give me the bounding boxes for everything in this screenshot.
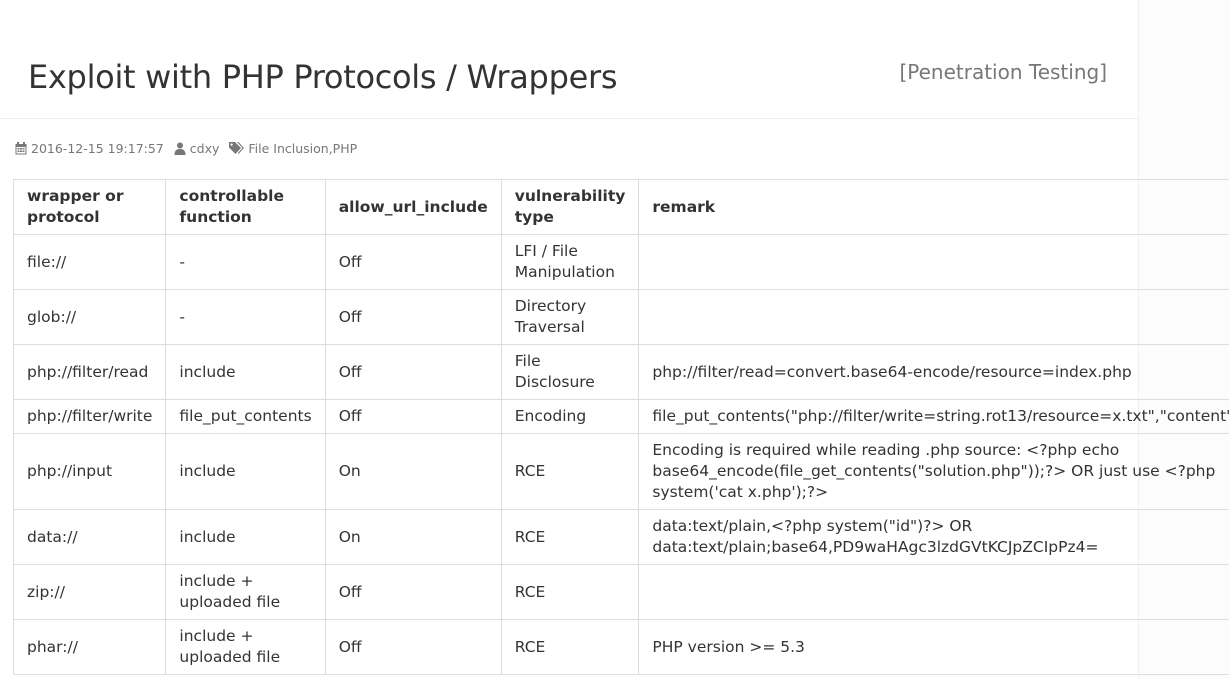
cell-remark xyxy=(638,234,1229,290)
table-row: glob:// - Off Directory Traversal xyxy=(12,289,1229,345)
calendar-icon xyxy=(15,142,31,155)
column-header-remark: remark xyxy=(638,179,1229,235)
table-row: php://filter/write file_put_contents Off… xyxy=(12,399,1229,434)
column-header-allow-url-include: allow_url_include xyxy=(324,179,502,235)
cell-vulnerability: LFI / File Manipulation xyxy=(500,234,640,290)
cell-allow-url-include: Off xyxy=(324,234,502,290)
post-category-link[interactable]: [Penetration Testing] xyxy=(899,60,1107,84)
cell-allow-url-include: Off xyxy=(324,399,502,434)
cell-remark: Encoding is required while reading .php … xyxy=(638,433,1229,510)
table-row: phar:// include + uploaded file Off RCE … xyxy=(12,619,1229,675)
cell-wrapper: file:// xyxy=(12,234,167,290)
post-date-text: 2016-12-15 19:17:57 xyxy=(31,141,164,156)
cell-remark: PHP version >= 5.3 xyxy=(638,619,1229,675)
tags-icon xyxy=(229,142,248,155)
column-header-wrapper: wrapper or protocol xyxy=(12,179,167,235)
cell-remark xyxy=(638,564,1229,620)
cell-remark: data:text/plain,<?php system("id")?> OR … xyxy=(638,509,1229,565)
table-row: zip:// include + uploaded file Off RCE xyxy=(12,564,1229,620)
cell-wrapper: php://input xyxy=(12,433,167,510)
cell-allow-url-include: Off xyxy=(324,619,502,675)
table-header-row: wrapper or protocol controllable functio… xyxy=(12,179,1229,235)
user-icon xyxy=(174,142,190,155)
cell-wrapper: php://filter/write xyxy=(12,399,167,434)
cell-wrapper: glob:// xyxy=(12,289,167,345)
cell-vulnerability: RCE xyxy=(500,433,640,510)
cell-function: include + uploaded file xyxy=(165,619,326,675)
post-tags-links[interactable]: File Inclusion,PHP xyxy=(248,141,357,156)
cell-allow-url-include: On xyxy=(324,433,502,510)
cell-vulnerability: RCE xyxy=(500,619,640,675)
table-row: data:// include On RCE data:text/plain,<… xyxy=(12,509,1229,565)
cell-wrapper: zip:// xyxy=(12,564,167,620)
post-header: Exploit with PHP Protocols / Wrappers [P… xyxy=(0,0,1138,119)
cell-allow-url-include: On xyxy=(324,509,502,565)
cell-function: include xyxy=(165,509,326,565)
column-header-function: controllable function xyxy=(165,179,326,235)
wrappers-table: wrapper or protocol controllable functio… xyxy=(12,179,1229,675)
table-row: php://filter/read include Off File Discl… xyxy=(12,344,1229,400)
cell-wrapper: phar:// xyxy=(12,619,167,675)
post-page: Exploit with PHP Protocols / Wrappers [P… xyxy=(0,0,1229,679)
cell-remark xyxy=(638,289,1229,345)
cell-function: - xyxy=(165,289,326,345)
post-date: 2016-12-15 19:17:57 xyxy=(15,141,164,156)
cell-allow-url-include: Off xyxy=(324,344,502,400)
post-meta: 2016-12-15 19:17:57 cdxy File Inclusion,… xyxy=(15,141,367,156)
cell-remark: php://filter/read=convert.base64-encode/… xyxy=(638,344,1229,400)
cell-allow-url-include: Off xyxy=(324,289,502,345)
cell-vulnerability: Encoding xyxy=(500,399,640,434)
cell-remark: file_put_contents("php://filter/write=st… xyxy=(638,399,1229,434)
post-author-link[interactable]: cdxy xyxy=(190,141,220,156)
cell-wrapper: php://filter/read xyxy=(12,344,167,400)
table-row: php://input include On RCE Encoding is r… xyxy=(12,433,1229,510)
post-tags: File Inclusion,PHP xyxy=(229,141,357,156)
cell-vulnerability: File Disclosure xyxy=(500,344,640,400)
post-author: cdxy xyxy=(174,141,220,156)
cell-allow-url-include: Off xyxy=(324,564,502,620)
cell-function: file_put_contents xyxy=(165,399,326,434)
cell-function: include xyxy=(165,433,326,510)
table-row: file:// - Off LFI / File Manipulation xyxy=(12,234,1229,290)
cell-function: include + uploaded file xyxy=(165,564,326,620)
cell-vulnerability: Directory Traversal xyxy=(500,289,640,345)
cell-wrapper: data:// xyxy=(12,509,167,565)
cell-function: - xyxy=(165,234,326,290)
cell-vulnerability: RCE xyxy=(500,564,640,620)
cell-function: include xyxy=(165,344,326,400)
post-title: Exploit with PHP Protocols / Wrappers xyxy=(28,58,618,96)
cell-vulnerability: RCE xyxy=(500,509,640,565)
column-header-vulnerability: vulnerability type xyxy=(500,179,640,235)
